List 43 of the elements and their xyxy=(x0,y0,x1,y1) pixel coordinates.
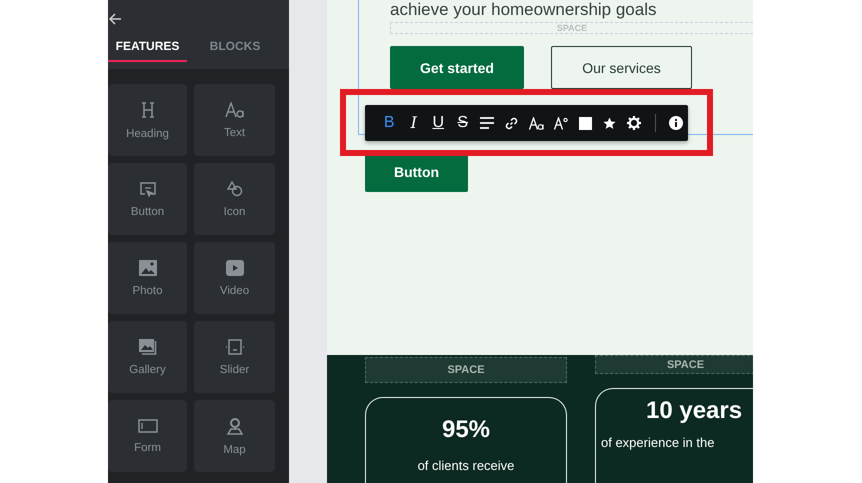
back-arrow-icon[interactable] xyxy=(108,12,122,26)
italic-button[interactable]: I xyxy=(410,115,417,131)
spacer-block: SPACE xyxy=(365,357,567,383)
font-icon[interactable] xyxy=(528,116,544,130)
color-swatch[interactable] xyxy=(578,116,592,130)
settings-icon[interactable] xyxy=(627,116,642,130)
slider-icon xyxy=(224,338,244,354)
widget-tile[interactable]: Form xyxy=(108,400,187,472)
widget-tile[interactable]: Heading xyxy=(108,84,187,156)
sidebar-tab[interactable]: BLOCKS xyxy=(187,32,283,62)
stat-value: 10 years xyxy=(646,397,742,425)
align-icon[interactable] xyxy=(480,117,494,129)
bold-button[interactable]: B xyxy=(384,115,395,131)
spacer-block: SPACE xyxy=(595,355,753,374)
section-heading: achieve your homeownership goals xyxy=(390,1,658,19)
font-size-icon[interactable] xyxy=(554,116,568,130)
underline-button[interactable]: U xyxy=(432,115,444,131)
photo-icon xyxy=(138,260,156,276)
get-started-button[interactable]: Get started xyxy=(390,46,524,89)
widget-tile[interactable]: Photo xyxy=(108,242,187,314)
widget-tile[interactable]: Button xyxy=(108,163,187,235)
star-icon[interactable] xyxy=(603,116,616,130)
stat-caption: of clients receive xyxy=(416,458,516,473)
widget-tile[interactable]: Icon xyxy=(194,163,275,235)
stat-value: 95% xyxy=(442,416,490,444)
map-pin-icon xyxy=(226,416,242,434)
widget-tile[interactable]: Gallery xyxy=(108,321,187,393)
services-button[interactable]: Our services xyxy=(551,46,692,89)
text-size-icon xyxy=(224,102,244,118)
video-icon xyxy=(226,260,244,276)
strikethrough-button[interactable]: S xyxy=(457,115,468,131)
widget-tile[interactable]: Text xyxy=(194,84,275,156)
widget-tile[interactable]: Map xyxy=(194,400,275,472)
sidebar-tab[interactable]: FEATURES xyxy=(108,32,187,62)
button-icon xyxy=(138,180,156,196)
info-icon[interactable] xyxy=(668,116,683,130)
widget-tile[interactable]: Video xyxy=(194,242,275,314)
gallery-icon xyxy=(138,338,156,354)
shapes-icon xyxy=(226,180,242,196)
stat-caption: of experience in the xyxy=(601,435,716,450)
link-icon[interactable] xyxy=(505,116,518,130)
widget-tile[interactable]: Slider xyxy=(194,321,275,393)
form-icon xyxy=(138,418,158,432)
